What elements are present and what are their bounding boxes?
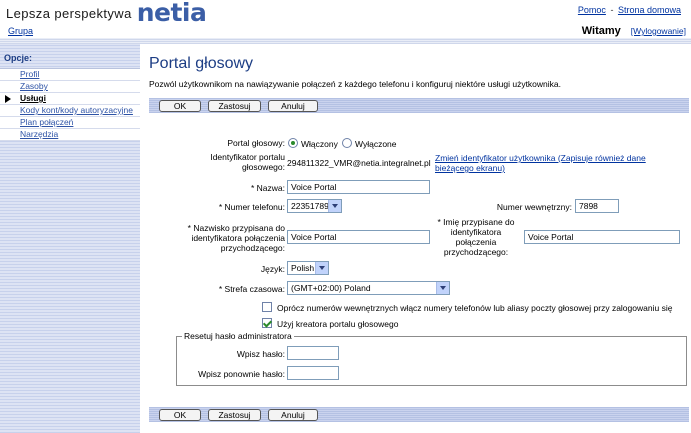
sidebar-item-services[interactable]: Usługi	[0, 93, 140, 105]
sidebar-item-label[interactable]: Profil	[20, 69, 39, 79]
page-title: Portal głosowy	[149, 55, 254, 72]
brand-tagline: Lepsza perspektywa	[6, 6, 132, 21]
main-content: Portal głosowy Pozwól użytkownikom na na…	[147, 44, 691, 433]
name-input[interactable]	[287, 180, 430, 194]
logout-link[interactable]: [Wylogowanie]	[631, 26, 686, 36]
phone-select[interactable]: 223517898	[287, 199, 342, 213]
ok-button-bottom[interactable]: OK	[159, 408, 201, 421]
bottom-button-bar: OK Zastosuj Anuluj	[149, 407, 689, 422]
options-title: Opcje:	[4, 53, 33, 63]
portal-on-label[interactable]: Włączony	[301, 139, 338, 149]
portal-label: Portal głosowy:	[227, 138, 285, 148]
timezone-select-value: (GMT+02:00) Poland	[291, 283, 371, 293]
sidebar-item-dial-plan[interactable]: Plan połączeń	[0, 117, 140, 129]
firstname-input[interactable]	[524, 230, 680, 244]
chevron-down-icon	[315, 262, 328, 274]
change-id-link[interactable]: Zmień identyfikator użytkownika (Zapisuj…	[435, 153, 646, 173]
sidebar-item-label[interactable]: Usługi	[20, 93, 46, 103]
welcome-text: Witamy	[581, 25, 621, 37]
portal-off-radio[interactable]	[342, 138, 352, 148]
top-links: Pomoc - Strona domowa	[578, 5, 681, 15]
sidebar-item-label[interactable]: Kody kont/kody autoryzacyjne	[20, 105, 133, 115]
sidebar-item-label[interactable]: Zasoby	[20, 81, 48, 91]
aliases-checkbox[interactable]	[262, 302, 272, 312]
timezone-label: * Strefa czasowa:	[218, 284, 285, 294]
phone-label: * Numer telefonu:	[218, 202, 285, 212]
ok-button[interactable]: OK	[159, 99, 201, 112]
timezone-select[interactable]: (GMT+02:00) Poland	[287, 281, 450, 295]
group-link[interactable]: Grupa	[8, 26, 33, 36]
lastname-label-line2: identyfikatora połączenia	[191, 233, 285, 243]
password-confirm-input[interactable]	[287, 366, 339, 380]
header: Lepsza perspektywa netia Grupa Pomoc - S…	[0, 0, 691, 44]
cancel-button[interactable]: Anuluj	[268, 99, 318, 112]
change-id-link-line1[interactable]: Zmień identyfikator użytkownika (Zapisuj…	[435, 153, 646, 163]
sidebar-menu: Profil Zasoby Usługi Kody kont/kody auto…	[0, 68, 140, 141]
sidebar-item-label[interactable]: Narzędzia	[20, 129, 58, 139]
apply-button-bottom[interactable]: Zastosuj	[208, 408, 261, 421]
firstname-label-line4: przychodzącego:	[443, 247, 509, 257]
sidebar: Opcje: Profil Zasoby Usługi Kody kont/ko…	[0, 44, 140, 433]
chevron-down-icon	[328, 200, 341, 212]
portal-id-label-line1: Identyfikator portalu	[210, 152, 285, 162]
extension-input[interactable]	[575, 199, 619, 213]
voice-portal-form: Portal głosowy: Włączony Wyłączone Ident…	[149, 116, 689, 406]
netia-logo: netia	[136, 0, 207, 27]
firstname-label: * Imię przypisane do identyfikatora połą…	[431, 217, 521, 257]
wizard-checkbox-label[interactable]: Użyj kreatora portalu głosowego	[277, 319, 398, 329]
chevron-down-icon	[436, 282, 449, 294]
lastname-label-line1: * Nazwisko przypisana do	[187, 223, 285, 233]
aliases-checkbox-label[interactable]: Oprócz numerów wewnętrznych włącz numery…	[277, 303, 672, 313]
portal-id-label: Identyfikator portalu głosowego:	[210, 152, 285, 172]
portal-off-label[interactable]: Wyłączone	[355, 139, 397, 149]
password-input[interactable]	[287, 346, 339, 360]
extension-label: Numer wewnętrzny:	[496, 202, 572, 212]
password-label: Wpisz hasło:	[236, 349, 285, 359]
wizard-checkbox[interactable]	[262, 318, 272, 328]
portal-on-radio[interactable]	[288, 138, 298, 148]
home-link[interactable]: Strona domowa	[618, 5, 681, 15]
name-label: * Nazwa:	[250, 183, 285, 193]
password-confirm-label: Wpisz ponownie hasło:	[198, 369, 285, 379]
top-button-bar: OK Zastosuj Anuluj	[149, 98, 689, 113]
language-label: Język:	[260, 264, 285, 274]
lastname-input[interactable]	[287, 230, 430, 244]
sidebar-item-account-codes[interactable]: Kody kont/kody autoryzacyjne	[0, 105, 140, 117]
help-link[interactable]: Pomoc	[578, 5, 606, 15]
language-select[interactable]: Polish	[287, 261, 329, 275]
firstname-label-line1: * Imię przypisane do	[437, 217, 515, 227]
sidebar-item-tools[interactable]: Narzędzia	[0, 129, 140, 141]
language-select-value: Polish	[291, 263, 315, 273]
lastname-label: * Nazwisko przypisana do identyfikatora …	[188, 223, 285, 253]
firstname-label-line3: połączenia	[455, 237, 497, 247]
page-description: Pozwól użytkownikom na nawiązywanie połą…	[149, 79, 562, 89]
welcome-row: Witamy [Wylogowanie]	[582, 25, 686, 37]
lastname-label-line3: przychodzącego:	[220, 243, 285, 253]
portal-id-label-line2: głosowego:	[241, 162, 285, 172]
change-id-link-line2[interactable]: bieżącego ekranu)	[435, 163, 505, 173]
apply-button[interactable]: Zastosuj	[208, 99, 261, 112]
top-links-separator: -	[610, 5, 614, 15]
portal-id-value: 294811322_VMR@netia.integralnet.pl	[287, 158, 431, 168]
sidebar-item-label[interactable]: Plan połączeń	[20, 117, 73, 127]
sidebar-item-profile[interactable]: Profil	[0, 69, 140, 81]
current-arrow-icon	[5, 95, 11, 103]
cancel-button-bottom[interactable]: Anuluj	[268, 408, 318, 421]
firstname-label-line2: identyfikatora	[450, 227, 502, 237]
brand: Lepsza perspektywa netia	[6, 0, 207, 27]
reset-password-legend: Resetuj hasło administratora	[182, 331, 294, 341]
sidebar-item-resources[interactable]: Zasoby	[0, 81, 140, 93]
